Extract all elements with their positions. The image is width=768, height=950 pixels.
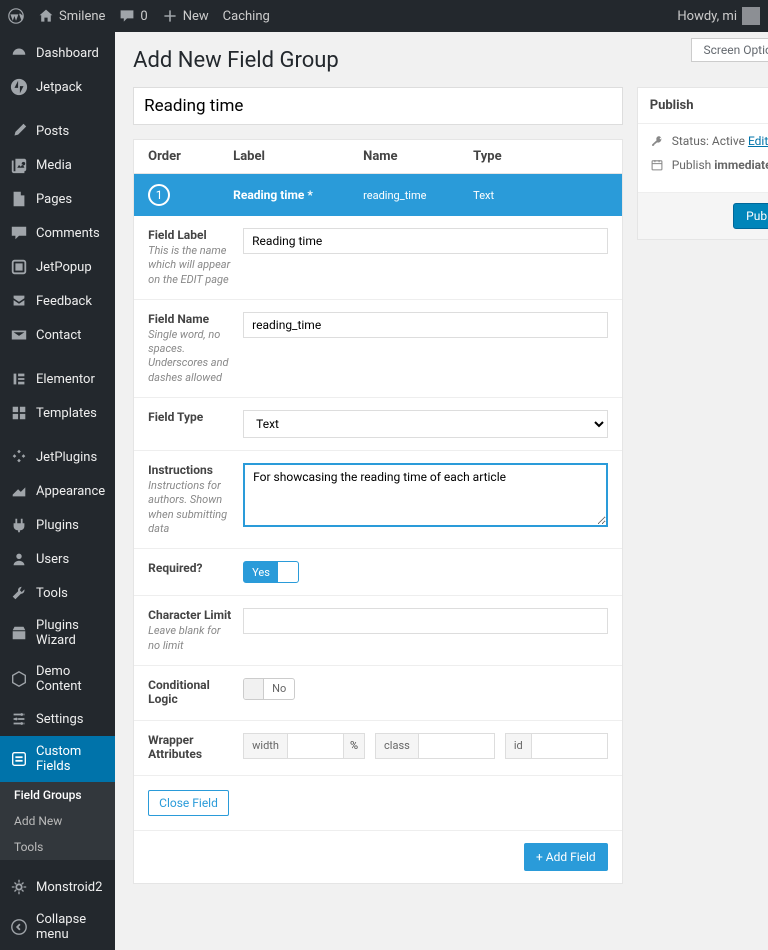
field-order-number: 1: [148, 184, 170, 206]
publish-status-row: Status: Active Edit: [650, 134, 768, 148]
required-toggle[interactable]: Yes: [243, 561, 299, 583]
sidebar-item-jetpopup[interactable]: JetPopup: [0, 250, 115, 284]
publish-button[interactable]: Publish: [733, 203, 768, 229]
field-row-type: Text: [473, 189, 494, 202]
field-type-title: Field Type: [148, 410, 233, 424]
field-label-input[interactable]: [243, 228, 608, 254]
field-row[interactable]: 1 Reading time * reading_time Text: [134, 174, 622, 216]
sidebar-item-jetplugins[interactable]: JetPlugins: [0, 440, 115, 474]
comments-count[interactable]: 0: [119, 8, 147, 24]
sidebar-sub-add-new[interactable]: Add New: [0, 808, 115, 834]
header-label: Label: [233, 149, 363, 164]
close-field-button[interactable]: Close Field: [148, 790, 229, 816]
user-avatar-icon: [742, 7, 760, 25]
admin-sidebar: Dashboard Jetpack Posts Media Pages Comm…: [0, 32, 115, 950]
sidebar-item-jetpack[interactable]: Jetpack: [0, 70, 115, 104]
header-name: Name: [363, 149, 473, 164]
sidebar-item-posts[interactable]: Posts: [0, 114, 115, 148]
sidebar-item-media[interactable]: Media: [0, 148, 115, 182]
condlogic-title: Conditional Logic: [148, 678, 233, 706]
header-type: Type: [473, 149, 608, 164]
wrapper-id-label: id: [506, 734, 532, 758]
sidebar-item-tools[interactable]: Tools: [0, 576, 115, 610]
key-icon: [650, 134, 664, 148]
field-name-input[interactable]: [243, 312, 608, 338]
fields-header: Order Label Name Type: [134, 140, 622, 174]
wrapper-pct-label: %: [343, 734, 364, 758]
field-label-help: This is the name which will appear on th…: [148, 244, 233, 287]
header-order: Order: [148, 149, 233, 164]
charlimit-input[interactable]: [243, 608, 608, 634]
field-name-title: Field Name: [148, 312, 233, 326]
sidebar-item-plugins[interactable]: Plugins: [0, 508, 115, 542]
site-name[interactable]: Smilene: [38, 8, 105, 24]
screen-options-button[interactable]: Screen Options: [691, 38, 768, 62]
sidebar-item-elementor[interactable]: Elementor: [0, 362, 115, 396]
sidebar-sub-tools[interactable]: Tools: [0, 834, 115, 860]
sidebar-item-pages[interactable]: Pages: [0, 182, 115, 216]
fields-box: Order Label Name Type 1 Reading time * r…: [133, 139, 623, 884]
sidebar-item-contact[interactable]: Contact: [0, 318, 115, 352]
instructions-help: Instructions for authors. Shown when sub…: [148, 479, 233, 536]
sidebar-item-users[interactable]: Users: [0, 542, 115, 576]
wrapper-class-input[interactable]: [419, 734, 494, 758]
sidebar-item-custom-fields[interactable]: Custom Fields: [0, 736, 115, 782]
sidebar-item-feedback[interactable]: Feedback: [0, 284, 115, 318]
instructions-title: Instructions: [148, 463, 233, 477]
sidebar-item-comments[interactable]: Comments: [0, 216, 115, 250]
calendar-icon: [650, 158, 664, 172]
sidebar-item-demo-content[interactable]: Demo Content: [0, 656, 115, 702]
admin-topbar: Smilene 0 New Caching Howdy, mi: [0, 0, 768, 32]
wp-logo[interactable]: [8, 8, 24, 24]
sidebar-item-plugins-wizard[interactable]: Plugins Wizard: [0, 610, 115, 656]
wrapper-width-label: width: [244, 734, 288, 758]
wrapper-width-input[interactable]: [288, 734, 343, 758]
add-field-button[interactable]: + Add Field: [524, 843, 608, 871]
sidebar-collapse[interactable]: Collapse menu: [0, 904, 115, 950]
field-label-title: Field Label: [148, 228, 233, 242]
condlogic-toggle[interactable]: No: [243, 678, 295, 700]
wrapper-id-input[interactable]: [532, 734, 607, 758]
field-row-name: reading_time: [363, 189, 473, 202]
publish-box: Publish Status: Active Edit Publish imme…: [637, 87, 768, 240]
sidebar-sub-field-groups[interactable]: Field Groups: [0, 782, 115, 808]
main-content: Screen Options Add New Field Group Order…: [115, 32, 768, 950]
caching-link[interactable]: Caching: [223, 9, 270, 24]
sidebar-item-templates[interactable]: Templates: [0, 396, 115, 430]
field-row-label: Reading time *: [233, 188, 363, 202]
publish-schedule-row: Publish immediately: [650, 158, 768, 172]
page-title: Add New Field Group: [133, 48, 768, 73]
howdy-user[interactable]: Howdy, mi: [677, 7, 760, 25]
charlimit-title: Character Limit: [148, 608, 233, 622]
wrapper-title: Wrapper Attributes: [148, 733, 233, 761]
wrapper-class-label: class: [376, 734, 419, 758]
group-title-input[interactable]: [133, 87, 623, 125]
sidebar-item-monstroid[interactable]: Monstroid2: [0, 870, 115, 904]
instructions-textarea[interactable]: For showcasing the reading time of each …: [243, 463, 608, 527]
edit-status-link[interactable]: Edit: [748, 134, 768, 148]
required-title: Required?: [148, 561, 233, 575]
new-content[interactable]: New: [162, 8, 209, 24]
field-name-help: Single word, no spaces. Underscores and …: [148, 328, 233, 385]
field-type-select[interactable]: Text: [243, 410, 608, 438]
sidebar-item-appearance[interactable]: Appearance: [0, 474, 115, 508]
sidebar-item-dashboard[interactable]: Dashboard: [0, 36, 115, 70]
publish-box-title: Publish: [650, 98, 694, 113]
charlimit-help: Leave blank for no limit: [148, 624, 233, 653]
